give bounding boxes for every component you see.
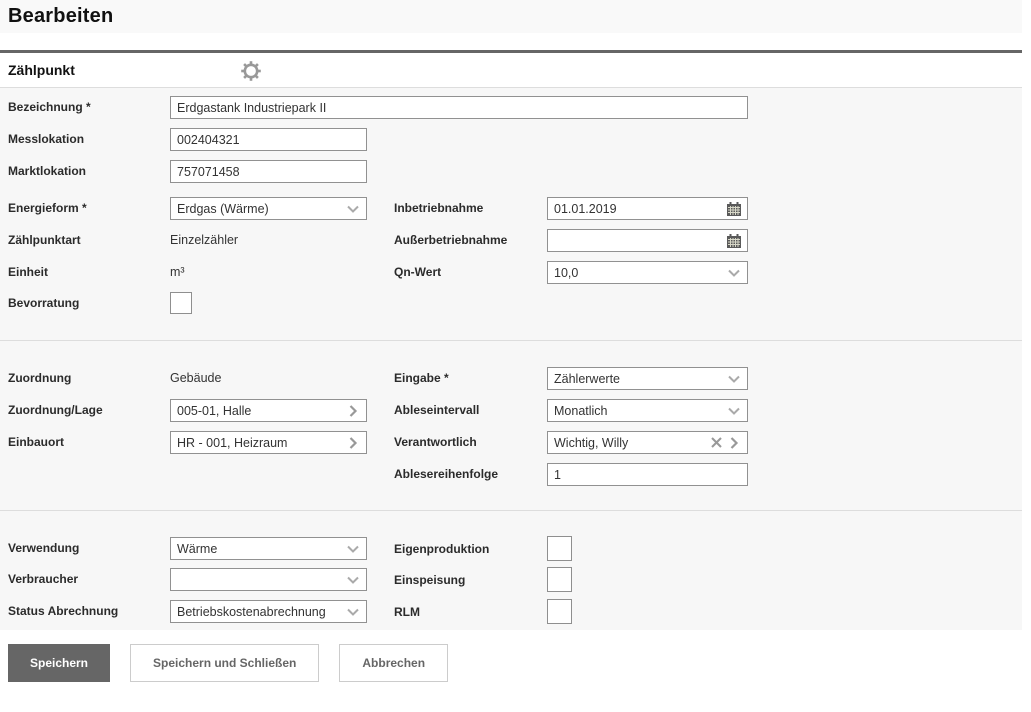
- panel-title: Zählpunkt: [8, 62, 75, 78]
- ausserbetriebnahme-datefield[interactable]: [547, 229, 748, 252]
- settings-button[interactable]: [238, 58, 264, 84]
- verwendung-label: Verwendung: [8, 541, 80, 555]
- chevron-right-icon[interactable]: [344, 402, 362, 420]
- chevron-right-icon[interactable]: [344, 434, 362, 452]
- bevorratung-checkbox[interactable]: [170, 292, 192, 314]
- clear-icon[interactable]: [707, 434, 725, 452]
- save-button[interactable]: Speichern: [8, 644, 110, 682]
- calendar-icon[interactable]: [725, 232, 743, 250]
- energieform-value: Erdgas (Wärme): [177, 201, 269, 216]
- section-divider: [0, 340, 1022, 341]
- einbauort-picker[interactable]: HR - 001, Heizraum: [170, 431, 367, 454]
- energieform-select[interactable]: Erdgas (Wärme): [170, 197, 367, 220]
- eigenproduktion-checkbox[interactable]: [547, 536, 572, 561]
- form-body: Bezeichnung * Messlokation Marktlokation…: [0, 88, 1022, 630]
- messlokation-input[interactable]: [170, 128, 367, 151]
- calendar-icon[interactable]: [725, 200, 743, 218]
- inbetriebnahme-label: Inbetriebnahme: [394, 201, 484, 215]
- ableseintervall-select[interactable]: Monatlich: [547, 399, 748, 422]
- save-and-close-button[interactable]: Speichern und Schließen: [130, 644, 320, 682]
- chevron-down-icon: [344, 200, 362, 218]
- chevron-down-icon: [344, 603, 362, 621]
- einheit-label: Einheit: [8, 265, 49, 279]
- panel-header: Zählpunkt: [0, 53, 1022, 87]
- qn-wert-label: Qn-Wert: [394, 265, 442, 279]
- chevron-down-icon: [725, 264, 743, 282]
- marktlokation-input[interactable]: [170, 160, 367, 183]
- einbauort-value: HR - 001, Heizraum: [177, 435, 288, 450]
- qn-wert-value: 10,0: [554, 265, 579, 280]
- chevron-down-icon: [344, 540, 362, 558]
- bezeichnung-input[interactable]: [170, 96, 748, 119]
- verwendung-value: Wärme: [177, 541, 218, 556]
- verbraucher-label: Verbraucher: [8, 572, 79, 586]
- ableseintervall-label: Ableseintervall: [394, 403, 480, 417]
- verantwortlich-value: Wichtig, Willy: [554, 435, 629, 450]
- einheit-value: m³: [170, 265, 185, 279]
- ablesereihenfolge-input[interactable]: [547, 463, 748, 486]
- status-abrechnung-select[interactable]: Betriebskostenabrechnung: [170, 600, 367, 623]
- verwendung-select[interactable]: Wärme: [170, 537, 367, 560]
- marktlokation-label: Marktlokation: [8, 164, 87, 178]
- zuordnung-value: Gebäude: [170, 371, 222, 385]
- verantwortlich-picker[interactable]: Wichtig, Willy: [547, 431, 748, 454]
- eigenproduktion-label: Eigenproduktion: [394, 542, 490, 556]
- ablesereihenfolge-label: Ablesereihenfolge: [394, 467, 499, 481]
- einspeisung-label: Einspeisung: [394, 573, 466, 587]
- bevorratung-label: Bevorratung: [8, 296, 80, 310]
- button-bar: Speichern Speichern und Schließen Abbrec…: [0, 630, 1022, 712]
- zuordnung-lage-value: 005-01, Halle: [177, 403, 252, 418]
- inbetriebnahme-datefield[interactable]: 01.01.2019: [547, 197, 748, 220]
- energieform-label: Energieform *: [8, 201, 87, 215]
- inbetriebnahme-value: 01.01.2019: [554, 201, 617, 216]
- verantwortlich-label: Verantwortlich: [394, 435, 477, 449]
- qn-wert-select[interactable]: 10,0: [547, 261, 748, 284]
- zaehlpunktart-label: Zählpunktart: [8, 233, 81, 247]
- chevron-down-icon: [344, 571, 362, 589]
- messlokation-label: Messlokation: [8, 132, 85, 146]
- status-abrechnung-label: Status Abrechnung: [8, 604, 119, 618]
- zuordnung-label: Zuordnung: [8, 371, 72, 385]
- zuordnung-lage-picker[interactable]: 005-01, Halle: [170, 399, 367, 422]
- gear-icon: [239, 59, 263, 83]
- status-abrechnung-value: Betriebskostenabrechnung: [177, 604, 326, 619]
- chevron-down-icon: [725, 370, 743, 388]
- zaehlpunktart-value: Einzelzähler: [170, 233, 239, 247]
- ausserbetriebnahme-label: Außerbetriebnahme: [394, 233, 508, 247]
- chevron-down-icon: [725, 402, 743, 420]
- ableseintervall-value: Monatlich: [554, 403, 608, 418]
- rlm-label: RLM: [394, 605, 420, 619]
- einspeisung-checkbox[interactable]: [547, 567, 572, 592]
- rlm-checkbox[interactable]: [547, 599, 572, 624]
- eingabe-label: Eingabe *: [394, 371, 449, 385]
- zuordnung-lage-label: Zuordnung/Lage: [8, 403, 103, 417]
- verbraucher-select[interactable]: [170, 568, 367, 591]
- eingabe-value: Zählerwerte: [554, 371, 620, 386]
- eingabe-select[interactable]: Zählerwerte: [547, 367, 748, 390]
- page-title: Bearbeiten: [8, 5, 114, 27]
- cancel-button[interactable]: Abbrechen: [339, 644, 449, 682]
- page-header: Bearbeiten: [0, 0, 1022, 33]
- bezeichnung-label: Bezeichnung *: [8, 100, 91, 114]
- section-divider: [0, 510, 1022, 511]
- einbauort-label: Einbauort: [8, 435, 64, 449]
- chevron-right-icon[interactable]: [725, 434, 743, 452]
